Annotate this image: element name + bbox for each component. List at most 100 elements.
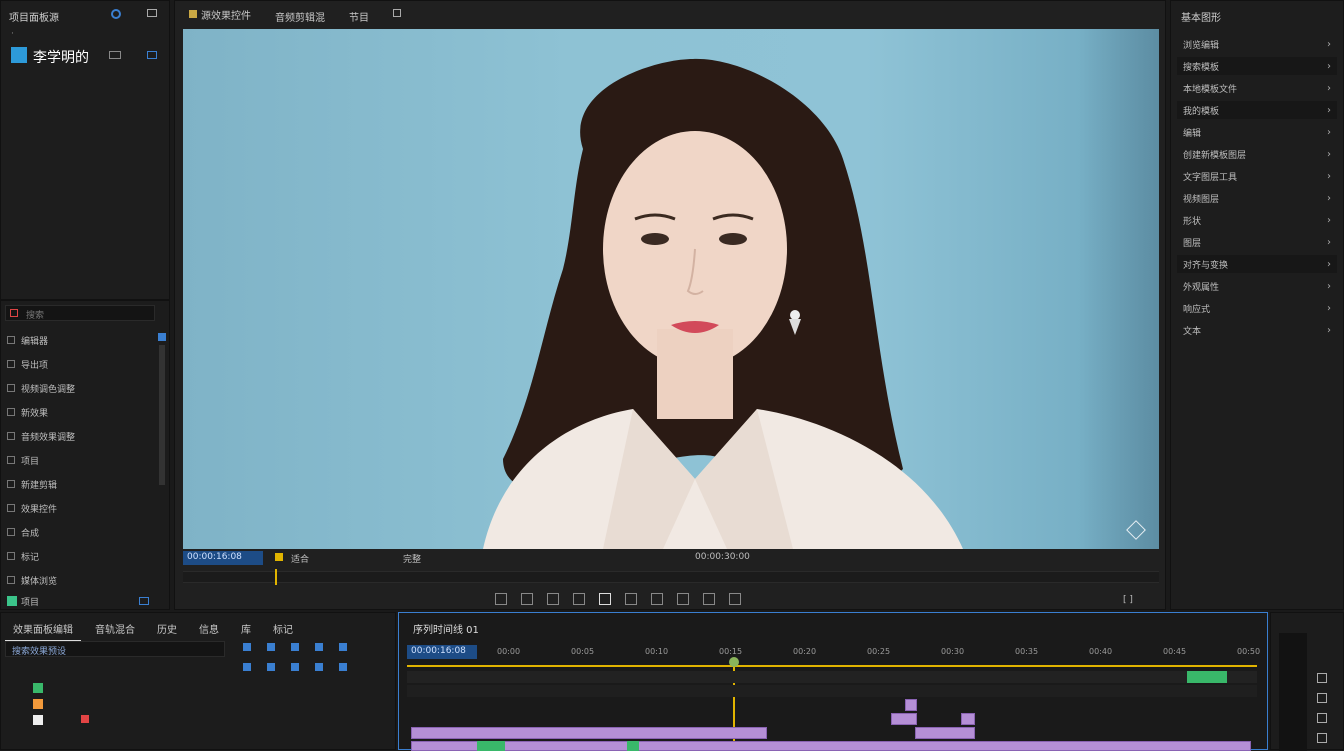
tool-icon-8[interactable]	[291, 663, 299, 671]
purple-clip-a[interactable]	[905, 699, 917, 711]
purple-clip-main[interactable]	[411, 727, 767, 739]
left-list-item[interactable]: 媒体浏览	[1, 571, 169, 589]
track-icon-c[interactable]	[81, 715, 89, 723]
fit-label[interactable]: 适合	[291, 552, 309, 565]
tab-markers[interactable]: 标记	[265, 617, 301, 642]
right-list-item[interactable]: 对齐与变换 ›	[1177, 255, 1337, 273]
left-list-item[interactable]: 导出项	[1, 355, 169, 373]
right-list-item[interactable]: 搜索模板 ›	[1177, 57, 1337, 75]
effects-search[interactable]: 搜索效果预设	[5, 641, 225, 657]
tool-icon-10[interactable]	[339, 663, 347, 671]
viewer-playhead[interactable]	[275, 569, 277, 585]
chevron-right-icon[interactable]: ›	[1327, 193, 1331, 204]
chevron-right-icon[interactable]: ›	[1327, 215, 1331, 226]
sequence-name[interactable]: 序列时间线 01	[413, 621, 479, 636]
right-list-item[interactable]: 外观属性 ›	[1177, 277, 1337, 295]
tool-razor-icon[interactable]	[1317, 713, 1327, 723]
chevron-right-icon[interactable]: ›	[1327, 259, 1331, 270]
playhead-head-icon[interactable]	[729, 657, 739, 667]
tool-icon-2[interactable]	[267, 643, 275, 651]
timeline-scrub-bar[interactable]	[407, 665, 1257, 667]
tab-audio-track-mixer[interactable]: 音轨混合	[87, 617, 143, 642]
tool-icon-9[interactable]	[315, 663, 323, 671]
tool-icon-4[interactable]	[315, 643, 323, 651]
footer-toggle-icon[interactable]	[139, 597, 149, 605]
chevron-right-icon[interactable]: ›	[1327, 39, 1331, 50]
video-frame[interactable]	[183, 29, 1159, 549]
left-list-item[interactable]: 视频调色调整	[1, 379, 169, 397]
right-list-item[interactable]: 响应式 ›	[1177, 299, 1337, 317]
purple-clip-c[interactable]	[961, 713, 975, 725]
right-list-item[interactable]: 我的模板 ›	[1177, 101, 1337, 119]
tool-icon-6[interactable]	[243, 663, 251, 671]
tab-source-effects[interactable]: 源效果控件	[181, 5, 259, 23]
right-list-item[interactable]: 创建新模板图层 ›	[1177, 145, 1337, 163]
chevron-right-icon[interactable]: ›	[1327, 325, 1331, 336]
tool-hand-icon[interactable]	[1317, 733, 1327, 743]
green-clip-top[interactable]	[1187, 671, 1227, 683]
mark-in-icon[interactable]	[495, 593, 507, 605]
chevron-right-icon[interactable]: ›	[1327, 105, 1331, 116]
tab-effects[interactable]: 效果面板编辑	[5, 617, 81, 642]
chevron-right-icon[interactable]: ›	[1327, 237, 1331, 248]
left-list-item[interactable]: 新建剪辑	[1, 475, 169, 493]
viewer-ruler[interactable]	[183, 571, 1159, 583]
purple-clip-b[interactable]	[891, 713, 917, 725]
tab-audio-mixer[interactable]: 音频剪辑混	[267, 5, 333, 24]
right-list-item[interactable]: 文本 ›	[1177, 321, 1337, 339]
collapse-icon[interactable]	[147, 9, 157, 17]
tab-program[interactable]: 节目	[341, 5, 377, 24]
project-name[interactable]: 李学明的	[33, 47, 89, 67]
left-list-item[interactable]: 编辑器	[1, 331, 169, 349]
tab-history[interactable]: 历史	[149, 617, 185, 642]
tool-track-icon[interactable]	[1317, 693, 1327, 703]
chevron-right-icon[interactable]: ›	[1327, 149, 1331, 160]
tab-info[interactable]: 信息	[191, 617, 227, 642]
track-icon-a[interactable]	[33, 699, 43, 709]
quality-label[interactable]: 完整	[403, 552, 421, 565]
purple-clip-right[interactable]	[915, 727, 975, 739]
lift-icon[interactable]	[677, 593, 689, 605]
chevron-right-icon[interactable]: ›	[1327, 303, 1331, 314]
mark-out-icon[interactable]	[521, 593, 533, 605]
fit-icon[interactable]	[275, 553, 283, 561]
track-icon-v[interactable]	[33, 683, 43, 693]
left-list-item[interactable]: 项目	[1, 451, 169, 469]
chevron-right-icon[interactable]: ›	[1327, 61, 1331, 72]
right-list-item[interactable]: 视频图层 ›	[1177, 189, 1337, 207]
tab-extra[interactable]	[385, 5, 409, 23]
right-list-item[interactable]: 浏览编辑 ›	[1177, 35, 1337, 53]
step-back-icon[interactable]	[573, 593, 585, 605]
tool-icon-1[interactable]	[243, 643, 251, 651]
panel-menu-icon[interactable]	[111, 9, 121, 19]
left-list-item[interactable]: 合成	[1, 523, 169, 541]
track-icon-b[interactable]	[33, 715, 43, 725]
right-list-item[interactable]: 图层 ›	[1177, 233, 1337, 251]
chevron-right-icon[interactable]: ›	[1327, 83, 1331, 94]
tool-icon-5[interactable]	[339, 643, 347, 651]
extract-icon[interactable]	[703, 593, 715, 605]
tool-icon-7[interactable]	[267, 663, 275, 671]
project-actions-icon[interactable]	[109, 51, 121, 59]
chevron-right-icon[interactable]: ›	[1327, 171, 1331, 182]
right-list-item[interactable]: 编辑 ›	[1177, 123, 1337, 141]
go-to-in-icon[interactable]	[547, 593, 559, 605]
tab-libraries[interactable]: 库	[233, 617, 259, 642]
left-list-item[interactable]: 新效果	[1, 403, 169, 421]
play-icon[interactable]	[599, 593, 611, 605]
project-info-icon[interactable]	[147, 51, 157, 59]
step-forward-icon[interactable]	[625, 593, 637, 605]
chevron-right-icon[interactable]: ›	[1327, 127, 1331, 138]
right-list-item[interactable]: 形状 ›	[1177, 211, 1337, 229]
timeline-ruler[interactable]: 00:00 00:05 00:10 00:15 00:20 00:25 00:30 00:35…	[407, 645, 1260, 663]
left-list-item[interactable]: 音频效果调整	[1, 427, 169, 445]
chevron-right-icon[interactable]: ›	[1327, 281, 1331, 292]
timecode-display[interactable]: 00:00:16:08	[183, 551, 263, 565]
go-to-out-icon[interactable]	[651, 593, 663, 605]
right-list-item[interactable]: 本地模板文件 ›	[1177, 79, 1337, 97]
left-list-item[interactable]: 效果控件	[1, 499, 169, 517]
viewer-footer-right[interactable]: [ ]	[1123, 595, 1133, 605]
tool-icon-3[interactable]	[291, 643, 299, 651]
right-list-item[interactable]: 文字图层工具 ›	[1177, 167, 1337, 185]
export-frame-icon[interactable]	[729, 593, 741, 605]
